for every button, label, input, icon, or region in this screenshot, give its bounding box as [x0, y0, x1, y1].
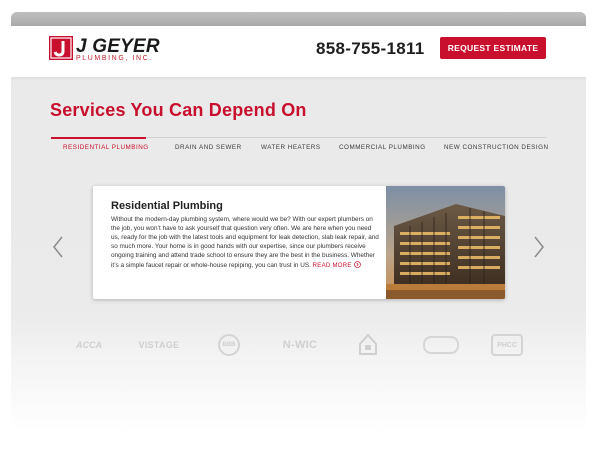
service-card: Residential Plumbing Without the modern-… — [93, 186, 505, 299]
browser-frame: J GEYER PLUMBING, INC. 858-755-1811 REQU… — [11, 12, 586, 452]
active-tab-indicator — [51, 137, 146, 139]
tab-drain-and-sewer[interactable]: DRAIN AND SEWER — [175, 144, 242, 151]
badge-nawic: N-WIC — [282, 339, 318, 351]
chevron-left-icon[interactable] — [51, 235, 65, 259]
card-body-text: Without the modern-day plumbing system, … — [111, 216, 379, 269]
badge-oval — [423, 336, 459, 354]
logo-subtitle: PLUMBING, INC. — [76, 55, 153, 62]
tab-new-construction-design[interactable]: NEW CONSTRUCTION DESIGN — [444, 144, 549, 151]
house-logo-icon — [359, 333, 377, 355]
affiliation-badges: ACCA VISTAGE BBB N-WIC PHCC — [11, 332, 586, 362]
card-body: Without the modern-day plumbing system, … — [111, 216, 379, 270]
building-photo — [386, 186, 505, 299]
browser-top-bar — [11, 12, 586, 26]
tab-residential-plumbing[interactable]: RESIDENTIAL PLUMBING — [63, 144, 149, 151]
read-more-link[interactable]: READ MORE — [312, 260, 361, 269]
read-more-label: READ MORE — [312, 262, 352, 269]
badge-phcc: PHCC — [491, 334, 523, 356]
tab-commercial-plumbing[interactable]: COMMERCIAL PLUMBING — [339, 144, 426, 151]
badge-bbb: BBB — [218, 334, 240, 356]
circle-arrow-icon — [353, 260, 361, 268]
section-title: Services You Can Depend On — [50, 100, 307, 120]
logo-mark-icon — [49, 36, 73, 60]
card-title: Residential Plumbing — [111, 200, 223, 212]
request-estimate-button[interactable]: REQUEST ESTIMATE — [440, 37, 546, 59]
site-header: J GEYER PLUMBING, INC. 858-755-1811 REQU… — [11, 26, 586, 78]
badge-vistage: VISTAGE — [138, 340, 180, 350]
tab-water-heaters[interactable]: WATER HEATERS — [261, 144, 321, 151]
phone-number[interactable]: 858-755-1811 — [316, 39, 425, 59]
company-logo[interactable]: J GEYER PLUMBING, INC. — [49, 36, 169, 72]
services-tabs: RESIDENTIAL PLUMBING DRAIN AND SEWER WAT… — [51, 137, 549, 155]
badge-acca: ACCA — [76, 340, 102, 350]
chevron-right-icon[interactable] — [532, 235, 546, 259]
